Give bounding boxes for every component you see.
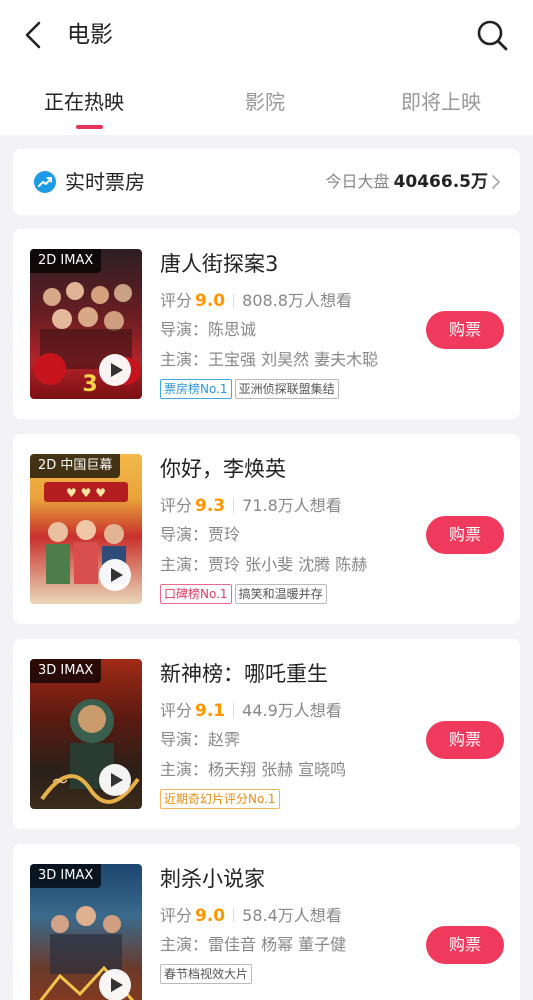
want-count: 71.8万人想看 [242, 496, 342, 515]
want-count: 808.8万人想看 [242, 291, 352, 310]
svg-text:♥ ♥ ♥: ♥ ♥ ♥ [66, 486, 106, 500]
movie-title[interactable]: 刺杀小说家 [160, 864, 265, 894]
app-header: 电影 正在热映 影院 即将上映 [0, 0, 533, 135]
movie-title[interactable]: 唐人街探案3 [160, 249, 278, 279]
format-badge: 3D IMAX [30, 864, 102, 888]
movie-card[interactable]: 〜 3D IMAX 新神榜：哪吒重生 评分 9.1 44.9万人想看 导演：赵霁 主… [13, 639, 520, 829]
rating-label: 评分 [160, 701, 193, 720]
rating-label: 评分 [160, 291, 193, 310]
tab-cinemas[interactable]: 影院 [245, 86, 285, 118]
buy-ticket-button[interactable]: 购票 [426, 926, 504, 964]
play-icon[interactable] [99, 764, 131, 796]
active-tab-indicator [76, 125, 103, 129]
movie-poster[interactable]: 〜 3D IMAX [30, 659, 142, 809]
tag-rank: 票房榜No.1 [160, 379, 232, 399]
divider [233, 293, 235, 308]
want-count: 58.4万人想看 [242, 906, 342, 925]
format-badge: 3D IMAX [30, 659, 102, 683]
movie-card[interactable]: ♥ ♥ ♥ 2D 中国巨幕 你好，李焕英 评分 9.3 71.8万人想看 导演：贾玲… [13, 434, 520, 624]
rating-label: 评分 [160, 496, 193, 515]
svg-text:3: 3 [82, 372, 97, 397]
tag-feature: 搞笑和温暖并存 [234, 584, 327, 604]
rating-line: 评分 9.0 808.8万人想看 [160, 290, 352, 312]
page-title: 电影 [67, 22, 113, 48]
movie-poster[interactable]: 3 2D IMAX [30, 249, 142, 399]
boxoffice-icon [34, 171, 56, 193]
want-count: 44.9万人想看 [242, 701, 342, 720]
tag-feature: 亚洲侦探联盟集结 [234, 379, 339, 399]
tag-list: 口碑榜No.1 搞笑和温暖并存 [160, 584, 330, 604]
boxoffice-caption: 今日大盘 [325, 172, 390, 191]
rating-line: 评分 9.0 58.4万人想看 [160, 905, 342, 927]
cast-line: 主演：贾玲 张小斐 沈腾 陈赫 [160, 555, 368, 574]
divider [233, 498, 235, 513]
cast-line: 主演：雷佳音 杨幂 董子健 [160, 935, 347, 954]
tab-now-showing[interactable]: 正在热映 [44, 86, 124, 118]
svg-text:〜: 〜 [52, 772, 68, 791]
boxoffice-value: 40466.5万 [393, 172, 488, 192]
tag-list: 春节档视效大片 [160, 964, 255, 984]
tag-list: 近期奇幻片评分No.1 [160, 789, 283, 809]
director-line: 导演：陈思诚 [160, 320, 257, 339]
rating-score: 9.0 [195, 291, 226, 311]
director-line: 导演：赵霁 [160, 730, 241, 749]
cast-line: 主演：杨天翔 张赫 宣晓鸣 [160, 760, 347, 779]
tag-rank: 口碑榜No.1 [160, 584, 232, 604]
director-line: 导演：贾玲 [160, 525, 241, 544]
movie-title[interactable]: 新神榜：哪吒重生 [160, 659, 328, 689]
rating-line: 评分 9.3 71.8万人想看 [160, 495, 342, 517]
chevron-right-icon [492, 175, 500, 189]
play-icon[interactable] [99, 969, 131, 1000]
buy-ticket-button[interactable]: 购票 [426, 311, 504, 349]
movie-title[interactable]: 你好，李焕英 [160, 454, 286, 484]
cast-line: 主演：王宝强 刘昊然 妻夫木聪 [160, 350, 379, 369]
rating-score: 9.3 [195, 496, 226, 516]
tab-coming-soon[interactable]: 即将上映 [401, 86, 481, 118]
divider [233, 908, 235, 923]
tag-feature: 春节档视效大片 [160, 964, 253, 984]
movie-poster[interactable]: 3D IMAX [30, 864, 142, 1000]
rating-line: 评分 9.1 44.9万人想看 [160, 700, 342, 722]
format-badge: 2D IMAX [30, 249, 102, 273]
tag-rank: 近期奇幻片评分No.1 [160, 789, 280, 809]
search-icon[interactable] [474, 17, 510, 53]
realtime-boxoffice-bar[interactable]: 实时票房 今日大盘 40466.5万 [13, 149, 520, 215]
boxoffice-label: 实时票房 [65, 170, 145, 194]
movie-poster[interactable]: ♥ ♥ ♥ 2D 中国巨幕 [30, 454, 142, 604]
tag-list: 票房榜No.1 亚洲侦探联盟集结 [160, 379, 342, 399]
movie-card[interactable]: 3 2D IMAX 唐人街探案3 评分 9.0 808.8万人想看 导演：陈思诚 主… [13, 229, 520, 419]
back-arrow-icon[interactable] [20, 18, 48, 52]
rating-score: 9.1 [195, 701, 226, 721]
format-badge: 2D 中国巨幕 [30, 454, 121, 478]
divider [233, 703, 235, 718]
buy-ticket-button[interactable]: 购票 [426, 721, 504, 759]
boxoffice-summary: 今日大盘 40466.5万 [326, 169, 488, 195]
rating-label: 评分 [160, 906, 193, 925]
rating-score: 9.0 [195, 906, 226, 926]
play-icon[interactable] [99, 354, 131, 386]
buy-ticket-button[interactable]: 购票 [426, 516, 504, 554]
play-icon[interactable] [99, 559, 131, 591]
movie-card[interactable]: 3D IMAX 刺杀小说家 评分 9.0 58.4万人想看 主演：雷佳音 杨幂 董子… [13, 844, 520, 1000]
